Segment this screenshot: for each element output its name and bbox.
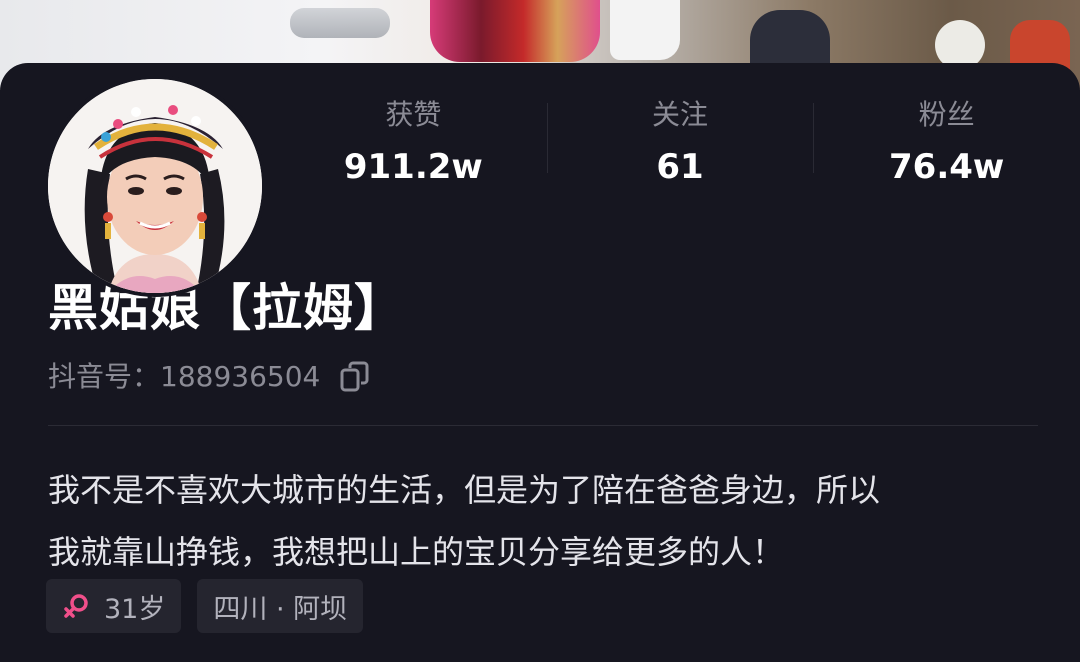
profile-tags: 31岁 四川 · 阿坝 — [46, 579, 364, 633]
cover-car-detail — [290, 8, 390, 38]
location-tag: 四川 · 阿坝 — [197, 579, 364, 633]
avatar-image — [48, 79, 262, 293]
cover-crowd-person — [750, 10, 830, 70]
location-tag-label: 四川 · 阿坝 — [213, 593, 348, 625]
profile-bio-line-2: 我就靠山挣钱，我想把山上的宝贝分享给更多的人！ — [48, 533, 785, 571]
stat-following-value: 61 — [656, 147, 704, 187]
profile-card: 获赞 911.2w 关注 61 粉丝 76.4w 黑姑娘【拉姆】 抖音号： 18… — [0, 63, 1080, 662]
stat-likes[interactable]: 获赞 911.2w — [280, 93, 547, 203]
account-id-row: 抖音号： 188936504 — [48, 359, 372, 395]
section-divider — [48, 425, 1038, 426]
stats-bar: 获赞 911.2w 关注 61 粉丝 76.4w — [280, 93, 1080, 203]
stat-following[interactable]: 关注 61 — [546, 93, 814, 203]
female-icon — [62, 592, 90, 620]
account-id-value: 188936504 — [160, 360, 321, 393]
stat-likes-label: 获赞 — [385, 98, 442, 131]
stat-likes-value: 911.2w — [343, 147, 483, 187]
profile-bio: 我不是不喜欢大城市的生活，但是为了陪在爸爸身边，所以 我就靠山挣钱，我想把山上的… — [48, 459, 1048, 583]
profile-page: 获赞 911.2w 关注 61 粉丝 76.4w 黑姑娘【拉姆】 抖音号： 18… — [0, 0, 1080, 662]
copy-icon[interactable] — [338, 360, 372, 394]
cover-person — [430, 0, 600, 62]
profile-bio-line-1: 我不是不喜欢大城市的生活，但是为了陪在爸爸身边，所以 — [48, 471, 881, 509]
stat-followers-label: 粉丝 — [918, 98, 975, 131]
stat-followers[interactable]: 粉丝 76.4w — [813, 93, 1080, 203]
stat-following-label: 关注 — [652, 98, 709, 131]
age-tag: 31岁 — [46, 579, 182, 633]
avatar[interactable] — [44, 75, 266, 297]
stat-followers-value: 76.4w — [889, 147, 1005, 187]
age-tag-label: 31岁 — [104, 593, 166, 625]
account-id-label: 抖音号： — [48, 360, 161, 393]
cover-sleeve — [610, 0, 680, 60]
